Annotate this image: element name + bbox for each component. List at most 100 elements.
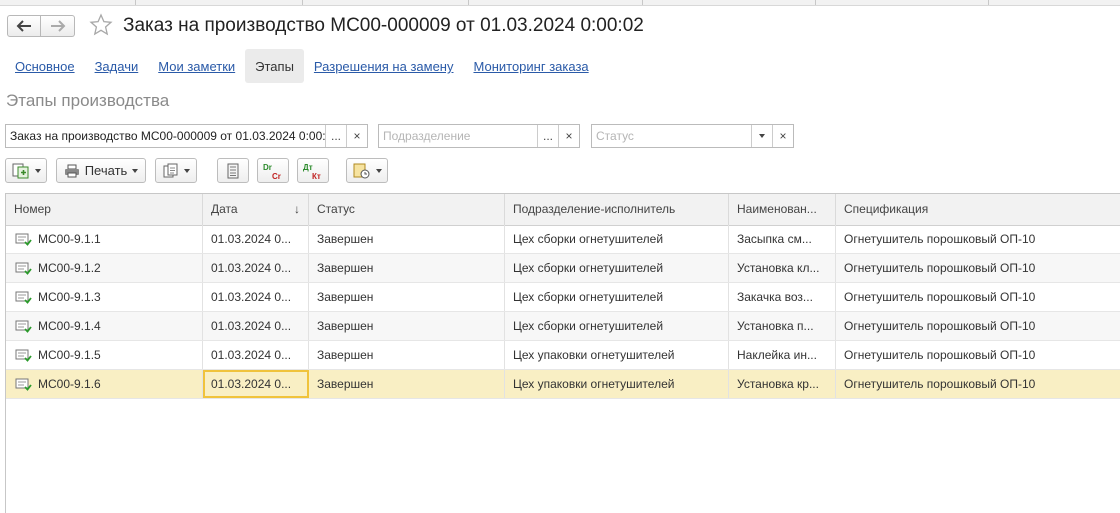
column-header-date[interactable]: Дата ↓ xyxy=(203,194,309,225)
clear-button[interactable]: × xyxy=(772,125,793,147)
cell-status: Завершен xyxy=(309,312,505,340)
status-filter-field[interactable]: Статус × xyxy=(591,124,794,148)
tab-order-monitoring[interactable]: Мониторинг заказа xyxy=(463,49,598,83)
page-title: Заказ на производство МС00-000009 от 01.… xyxy=(123,15,644,36)
cell-name: Установка кл... xyxy=(729,254,836,282)
cell-specification: Огнетушитель порошковый ОП-10 xyxy=(844,377,1036,391)
cell-date: 01.03.2024 0... xyxy=(203,283,309,311)
dt-kt-icon: Дт Кт xyxy=(303,163,321,181)
cell-name: Засыпка см... xyxy=(729,225,836,253)
tab-stages[interactable]: Этапы xyxy=(245,49,304,83)
cell-status: Завершен xyxy=(309,283,505,311)
back-button[interactable] xyxy=(7,15,41,37)
clear-button[interactable]: × xyxy=(558,125,579,147)
column-header-department[interactable]: Подразделение-исполнитель xyxy=(505,194,729,225)
create-document-icon xyxy=(12,163,28,178)
cell-name: Закачка воз... xyxy=(729,283,836,311)
select-button[interactable]: ... xyxy=(537,125,558,147)
status-filter-placeholder[interactable]: Статус xyxy=(592,125,751,147)
tab-tasks[interactable]: Задачи xyxy=(85,49,149,83)
print-label: Печать xyxy=(84,163,128,178)
calculator-icon xyxy=(227,163,239,178)
favorite-star-icon[interactable] xyxy=(89,13,113,42)
table-row[interactable]: МС00-9.1.2 01.03.2024 0... Завершен Цех … xyxy=(6,254,1120,283)
cell-status: Завершен xyxy=(309,341,505,369)
cell-specification: Огнетушитель порошковый ОП-10 xyxy=(844,290,1036,304)
order-filter-field[interactable]: Заказ на производство МС00-000009 от 01.… xyxy=(5,124,368,148)
column-header-status[interactable]: Статус xyxy=(309,194,505,225)
cell-department: Цех сборки огнетушителей xyxy=(505,312,729,340)
cell-number: МС00-9.1.3 xyxy=(30,283,203,311)
tab-main[interactable]: Основное xyxy=(5,49,85,83)
printer-icon xyxy=(64,164,79,177)
clear-button[interactable]: × xyxy=(346,125,367,147)
cell-specification: Огнетушитель порошковый ОП-10 xyxy=(844,348,1036,362)
forward-button[interactable] xyxy=(41,15,75,37)
documents-clock-icon xyxy=(353,163,369,178)
cell-status: Завершен xyxy=(309,254,505,282)
cell-department: Цех сборки огнетушителей xyxy=(505,283,729,311)
reports-icon xyxy=(163,163,177,177)
arrow-right-icon xyxy=(50,20,65,32)
chevron-down-icon xyxy=(183,168,190,173)
cell-name: Установка п... xyxy=(729,312,836,340)
cell-number: МС00-9.1.2 xyxy=(30,254,203,282)
cell-name: Установка кр... xyxy=(729,370,836,398)
window-top-strip xyxy=(0,0,1120,6)
cell-date: 01.03.2024 0... xyxy=(203,312,309,340)
reports-button[interactable] xyxy=(155,158,197,183)
cell-number: МС00-9.1.1 xyxy=(30,225,203,253)
department-filter-placeholder[interactable]: Подразделение xyxy=(379,125,537,147)
dt-kt-postings-button[interactable]: Дт Кт xyxy=(297,158,329,183)
cell-date-focused[interactable]: 01.03.2024 0... xyxy=(203,370,309,398)
order-filter-value[interactable]: Заказ на производство МС00-000009 от 01.… xyxy=(6,125,325,147)
document-structure-button[interactable] xyxy=(217,158,249,183)
dr-cr-postings-button[interactable]: Dr Cr xyxy=(257,158,289,183)
print-button[interactable]: Печать xyxy=(56,158,146,183)
chevron-down-icon xyxy=(34,168,41,173)
cell-department: Цех сборки огнетушителей xyxy=(505,225,729,253)
section-title: Этапы производства xyxy=(6,91,170,110)
cell-number: МС00-9.1.4 xyxy=(30,312,203,340)
svg-text:Дт: Дт xyxy=(303,163,313,172)
create-based-on-button[interactable] xyxy=(5,158,47,183)
cell-number: МС00-9.1.5 xyxy=(30,341,203,369)
column-header-specification[interactable]: Спецификация xyxy=(836,194,1120,225)
arrow-left-icon xyxy=(16,20,31,32)
department-filter-field[interactable]: Подразделение ... × xyxy=(378,124,580,148)
svg-text:Dr: Dr xyxy=(263,163,272,172)
dr-cr-icon: Dr Cr xyxy=(263,163,281,181)
table-header: Номер Дата ↓ Статус Подразделение-исполн… xyxy=(6,194,1120,226)
sort-descending-icon: ↓ xyxy=(294,202,300,216)
dropdown-button[interactable] xyxy=(751,125,772,147)
stages-table: Номер Дата ↓ Статус Подразделение-исполн… xyxy=(5,193,1120,513)
cell-name: Наклейка ин... xyxy=(729,341,836,369)
tab-replacement-permissions[interactable]: Разрешения на замену xyxy=(304,49,464,83)
column-header-date-label: Дата xyxy=(211,202,238,216)
chevron-down-icon xyxy=(375,168,382,173)
table-row[interactable]: МС00-9.1.3 01.03.2024 0... Завершен Цех … xyxy=(6,283,1120,312)
cell-date: 01.03.2024 0... xyxy=(203,225,309,253)
chevron-down-icon xyxy=(132,168,139,173)
column-header-number[interactable]: Номер xyxy=(6,194,203,225)
cell-department: Цех упаковки огнетушителей xyxy=(505,341,729,369)
tab-my-notes[interactable]: Мои заметки xyxy=(148,49,245,83)
cell-department: Цех сборки огнетушителей xyxy=(505,254,729,282)
cell-specification: Огнетушитель порошковый ОП-10 xyxy=(844,261,1036,275)
table-row-selected[interactable]: МС00-9.1.6 01.03.2024 0... Завершен Цех … xyxy=(6,370,1120,399)
table-row[interactable]: МС00-9.1.1 01.03.2024 0... Завершен Цех … xyxy=(6,225,1120,254)
cell-specification: Огнетушитель порошковый ОП-10 xyxy=(844,232,1036,246)
select-button[interactable]: ... xyxy=(325,125,346,147)
cell-specification: Огнетушитель порошковый ОП-10 xyxy=(844,319,1036,333)
cell-department: Цех упаковки огнетушителей xyxy=(505,370,729,398)
column-header-name[interactable]: Наименован... xyxy=(729,194,836,225)
cell-status: Завершен xyxy=(309,370,505,398)
related-documents-button[interactable] xyxy=(346,158,388,183)
cell-date: 01.03.2024 0... xyxy=(203,254,309,282)
cell-number: МС00-9.1.6 xyxy=(30,370,203,398)
table-row[interactable]: МС00-9.1.5 01.03.2024 0... Завершен Цех … xyxy=(6,341,1120,370)
svg-text:Кт: Кт xyxy=(312,172,321,181)
table-row[interactable]: МС00-9.1.4 01.03.2024 0... Завершен Цех … xyxy=(6,312,1120,341)
svg-text:Cr: Cr xyxy=(272,172,281,181)
form-tabs: Основное Задачи Мои заметки Этапы Разреш… xyxy=(5,49,599,83)
